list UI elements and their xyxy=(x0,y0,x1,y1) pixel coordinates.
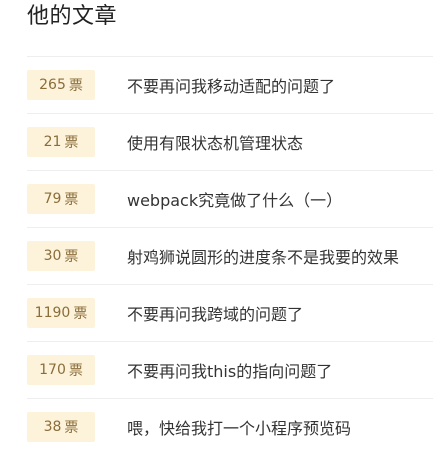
article-title-link[interactable]: 不要再问我移动适配的问题了 xyxy=(127,73,335,97)
vote-count: 170 xyxy=(39,362,66,378)
vote-count: 21 xyxy=(43,134,62,150)
article-title-link[interactable]: 不要再问我this的指向问题了 xyxy=(127,358,332,382)
vote-count: 79 xyxy=(43,191,62,207)
vote-unit: 票 xyxy=(64,192,79,208)
panel-title: 他的文章 xyxy=(27,4,118,29)
vote-badge: 30 票 xyxy=(27,241,95,271)
vote-count: 30 xyxy=(43,248,62,264)
article-title-link[interactable]: 射鸡狮说圆形的进度条不是我要的效果 xyxy=(127,244,399,268)
vote-badge: 170 票 xyxy=(27,355,95,385)
vote-unit: 票 xyxy=(68,363,83,379)
article-title-link[interactable]: 不要再问我跨域的问题了 xyxy=(127,301,303,325)
vote-badge: 21 票 xyxy=(27,127,95,157)
vote-unit: 票 xyxy=(73,306,88,322)
vote-badge: 38 票 xyxy=(27,412,95,442)
vote-count: 1190 xyxy=(34,305,71,321)
article-title-link[interactable]: webpack究竟做了什么（一） xyxy=(127,187,342,211)
article-item[interactable]: 79 票 webpack究竟做了什么（一） xyxy=(27,170,433,227)
vote-count: 265 xyxy=(39,77,66,93)
article-item[interactable]: 170 票 不要再问我this的指向问题了 xyxy=(27,341,433,398)
article-title-link[interactable]: 喂，快给我打一个小程序预览码 xyxy=(127,415,351,439)
article-item[interactable]: 265 票 不要再问我移动适配的问题了 xyxy=(27,56,433,113)
vote-unit: 票 xyxy=(64,420,79,436)
vote-badge: 265 票 xyxy=(27,70,95,100)
vote-badge: 79 票 xyxy=(27,184,95,214)
vote-unit: 票 xyxy=(64,249,79,265)
vote-count: 38 xyxy=(43,419,62,435)
article-item[interactable]: 38 票 喂，快给我打一个小程序预览码 xyxy=(27,398,433,453)
article-item[interactable]: 30 票 射鸡狮说圆形的进度条不是我要的效果 xyxy=(27,227,433,284)
article-title-link[interactable]: 使用有限状态机管理状态 xyxy=(127,130,303,154)
vote-unit: 票 xyxy=(64,135,79,151)
vote-unit: 票 xyxy=(68,78,83,94)
article-item[interactable]: 21 票 使用有限状态机管理状态 xyxy=(27,113,433,170)
vote-badge: 1190 票 xyxy=(27,298,95,328)
article-list: 265 票 不要再问我移动适配的问题了 21 票 使用有限状态机管理状态 79 票 w… xyxy=(27,56,433,453)
articles-panel: 他的文章 265 票 不要再问我移动适配的问题了 21 票 使用有限状态机管理状态 … xyxy=(0,0,433,453)
article-item[interactable]: 1190 票 不要再问我跨域的问题了 xyxy=(27,284,433,341)
